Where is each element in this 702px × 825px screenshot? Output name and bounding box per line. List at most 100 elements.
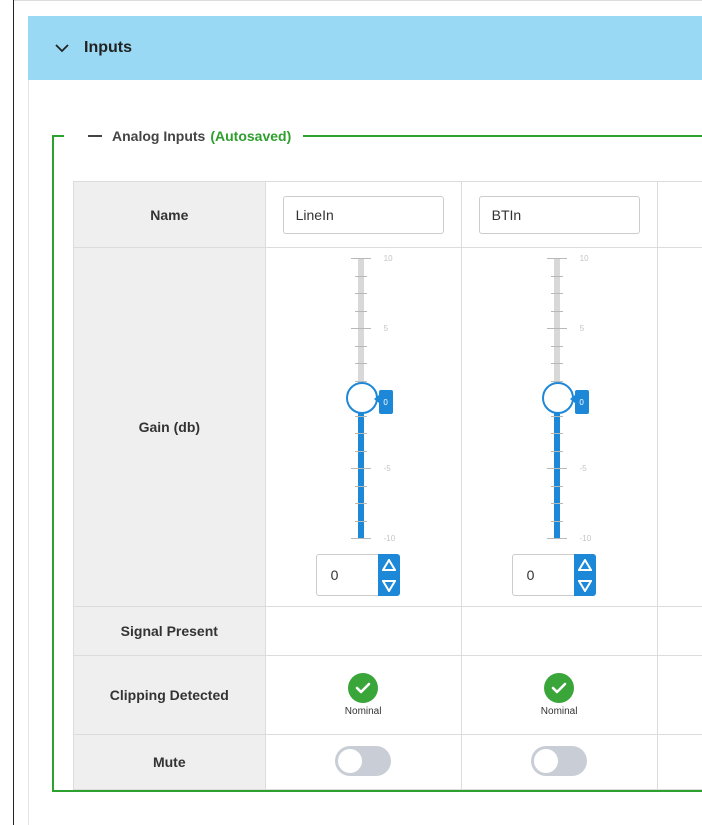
table-row: Name (73, 181, 702, 248)
slider-major-tick (350, 468, 371, 469)
stepper-arrows (573, 554, 596, 596)
row-label-gain: Gain (db) (73, 247, 266, 607)
stepper-arrows (377, 554, 400, 596)
slider-major-tick (350, 328, 371, 329)
autosaved-status: (Autosaved) (210, 128, 292, 144)
stepper-up-button[interactable] (574, 554, 596, 575)
slider-minor-tick (354, 503, 367, 504)
slider-tick-label: -5 (579, 464, 587, 473)
slider-minor-tick (354, 293, 367, 294)
stepper-up-button[interactable] (378, 554, 400, 575)
slider-minor-tick (550, 415, 563, 417)
slider-minor-tick (550, 293, 563, 294)
slider-major-tick (546, 258, 567, 259)
check-circle-icon (544, 673, 575, 703)
row-label-mute: Mute (73, 734, 266, 790)
slider-minor-tick (354, 433, 367, 434)
slider-minor-tick (354, 345, 367, 347)
slider-minor-tick (550, 450, 563, 452)
table-row: Gain (db) 10 5 0 -5 -10 0 (73, 247, 702, 607)
slider-minor-tick (550, 433, 563, 434)
row-label-signal: Signal Present (73, 606, 266, 656)
accordion-title: Inputs (84, 39, 132, 56)
gain-input[interactable] (511, 554, 574, 596)
table-row: Mute (73, 734, 702, 790)
slider-minor-tick (354, 310, 367, 312)
inputs-accordion-header[interactable]: Inputs (28, 16, 702, 80)
toggle-knob (338, 748, 363, 773)
slider-minor-tick (550, 275, 563, 277)
slider-minor-tick (550, 310, 563, 312)
slider-minor-tick (550, 520, 563, 522)
toggle-knob (534, 748, 559, 773)
table-row: Clipping Detected Nominal Nominal (73, 655, 702, 735)
analog-inputs-legend: Analog Inputs (Autosaved) (64, 124, 304, 148)
slider-minor-tick (550, 503, 563, 504)
slider-minor-tick (550, 485, 563, 487)
empty-cell (656, 606, 702, 656)
triangle-down-icon (577, 579, 592, 592)
channel-1-gain-stepper[interactable] (315, 554, 400, 596)
channel-1-mute-cell (264, 734, 462, 790)
slider-major-tick (546, 328, 567, 329)
channel-2-name-cell (460, 181, 658, 248)
empty-cell (656, 734, 702, 790)
chevron-down-icon (55, 44, 69, 53)
slider-major-tick (546, 468, 567, 469)
table-row: Signal Present (73, 606, 702, 656)
triangle-up-icon (381, 558, 396, 571)
clipping-status-text: Nominal (540, 706, 578, 717)
triangle-down-icon (381, 579, 396, 592)
channel-2-mute-cell (460, 734, 658, 790)
slider-tick-label: 5 (579, 324, 585, 333)
slider-major-tick (350, 538, 371, 539)
channel-2-gain-cell: 1050-5-10 0 (460, 247, 658, 607)
slider-value-flag: 0 (373, 390, 393, 414)
empty-cell (656, 247, 702, 607)
channel-2-clipping-cell: Nominal (460, 655, 658, 735)
channel-1-mute-toggle[interactable] (335, 745, 392, 776)
channel-2-mute-toggle[interactable] (531, 745, 588, 776)
channel-1-name-cell (264, 181, 462, 248)
gain-input[interactable] (315, 554, 378, 596)
channel-2-gain-stepper[interactable] (511, 554, 596, 596)
panel-divider (28, 80, 29, 825)
section-title: Analog Inputs (112, 128, 206, 144)
slider-tick-label: -10 (383, 534, 396, 543)
row-label-clipping: Clipping Detected (73, 655, 266, 735)
empty-cell (656, 181, 702, 248)
channel-2-signal-cell (460, 606, 658, 656)
analog-inputs-table: Name Gain (db) 10 5 0 -5 -10 0 (73, 181, 702, 790)
slider-minor-tick (354, 520, 367, 522)
slider-minor-tick (550, 363, 563, 364)
channel-1-gain-slider[interactable]: 1050-5-10 0 (266, 248, 461, 606)
slider-major-tick (350, 258, 371, 259)
check-circle-icon (348, 673, 379, 703)
slider-tick-label: -10 (579, 534, 592, 543)
slider-tick-label: 10 (383, 254, 393, 263)
stepper-down-button[interactable] (378, 575, 400, 596)
slider-minor-tick (354, 275, 367, 277)
empty-cell (656, 655, 702, 735)
slider-minor-tick (354, 363, 367, 364)
channel-2-gain-slider[interactable]: 1050-5-10 0 (462, 248, 657, 606)
slider-tick-label: 10 (579, 254, 589, 263)
minus-icon[interactable] (88, 135, 102, 137)
channel-1-signal-cell (264, 606, 462, 656)
slider-minor-tick (354, 415, 367, 417)
slider-value-flag: 0 (569, 390, 589, 414)
channel-2-name-input[interactable] (478, 195, 640, 234)
stepper-down-button[interactable] (574, 575, 596, 596)
slider-minor-tick (354, 450, 367, 452)
channel-1-name-input[interactable] (282, 195, 444, 234)
slider-tick-label: 5 (383, 324, 389, 333)
slider-minor-tick (550, 345, 563, 347)
triangle-up-icon (577, 558, 592, 571)
slider-major-tick (546, 538, 567, 539)
slider-tick-label: -5 (383, 464, 391, 473)
channel-1-gain-cell: 1050-5-10 0 (264, 247, 462, 607)
slider-minor-tick (354, 485, 367, 487)
channel-1-clipping-cell: Nominal (264, 655, 462, 735)
clipping-status-text: Nominal (344, 706, 382, 717)
row-label-name: Name (73, 181, 266, 248)
